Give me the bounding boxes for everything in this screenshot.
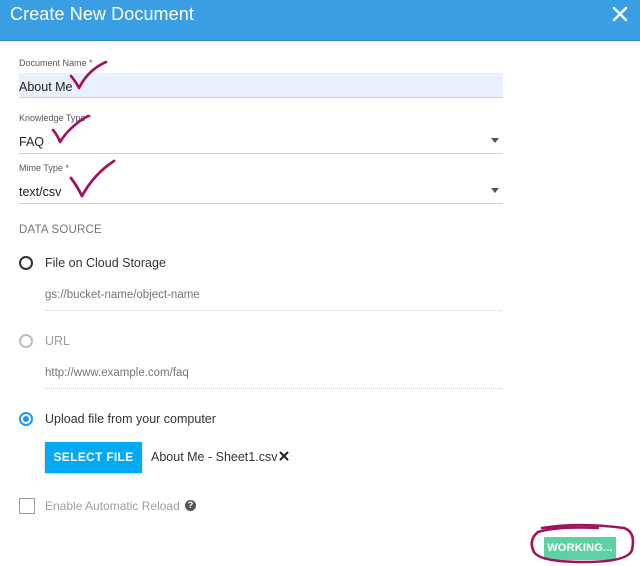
- mime-type-label: Mime Type *: [19, 163, 69, 173]
- auto-reload-checkbox[interactable]: [19, 498, 35, 514]
- document-name-value: About Me: [19, 80, 73, 94]
- data-source-title: DATA SOURCE: [19, 224, 102, 236]
- radio-url[interactable]: [19, 334, 33, 348]
- chevron-down-icon: [491, 188, 499, 193]
- mime-type-value: text/csv: [19, 185, 62, 199]
- radio-cloud-storage-label: File on Cloud Storage: [45, 256, 166, 270]
- knowledge-type-value: FAQ: [19, 135, 45, 149]
- cloud-storage-placeholder: gs://bucket-name/object-name: [45, 289, 200, 301]
- selected-file-name: About Me - Sheet1.csv: [151, 450, 278, 464]
- knowledge-type-label: Knowledge Type *: [19, 113, 92, 123]
- select-file-button[interactable]: SELECT FILE: [45, 442, 142, 473]
- document-name-label: Document Name *: [19, 58, 93, 68]
- radio-url-label: URL: [45, 334, 71, 348]
- knowledge-type-select[interactable]: FAQ: [19, 129, 503, 154]
- remove-file-icon[interactable]: [279, 451, 289, 461]
- radio-upload-label: Upload file from your computer: [45, 412, 216, 426]
- radio-upload[interactable]: [19, 412, 33, 426]
- dialog-title: Create New Document: [10, 4, 194, 24]
- document-name-input[interactable]: About Me: [19, 73, 503, 98]
- auto-reload-label: Enable Automatic Reload: [45, 499, 180, 513]
- chevron-down-icon: [491, 138, 499, 143]
- url-input[interactable]: http://www.example.com/faq: [45, 364, 502, 389]
- cloud-storage-input[interactable]: gs://bucket-name/object-name: [45, 286, 502, 311]
- mime-type-select[interactable]: text/csv: [19, 179, 503, 204]
- radio-cloud-storage[interactable]: [19, 256, 33, 270]
- url-placeholder: http://www.example.com/faq: [45, 367, 189, 379]
- working-button[interactable]: WORKING...: [544, 537, 616, 560]
- dialog-header: Create New Document: [0, 0, 640, 41]
- close-icon[interactable]: [610, 4, 630, 24]
- help-icon[interactable]: ?: [185, 500, 196, 511]
